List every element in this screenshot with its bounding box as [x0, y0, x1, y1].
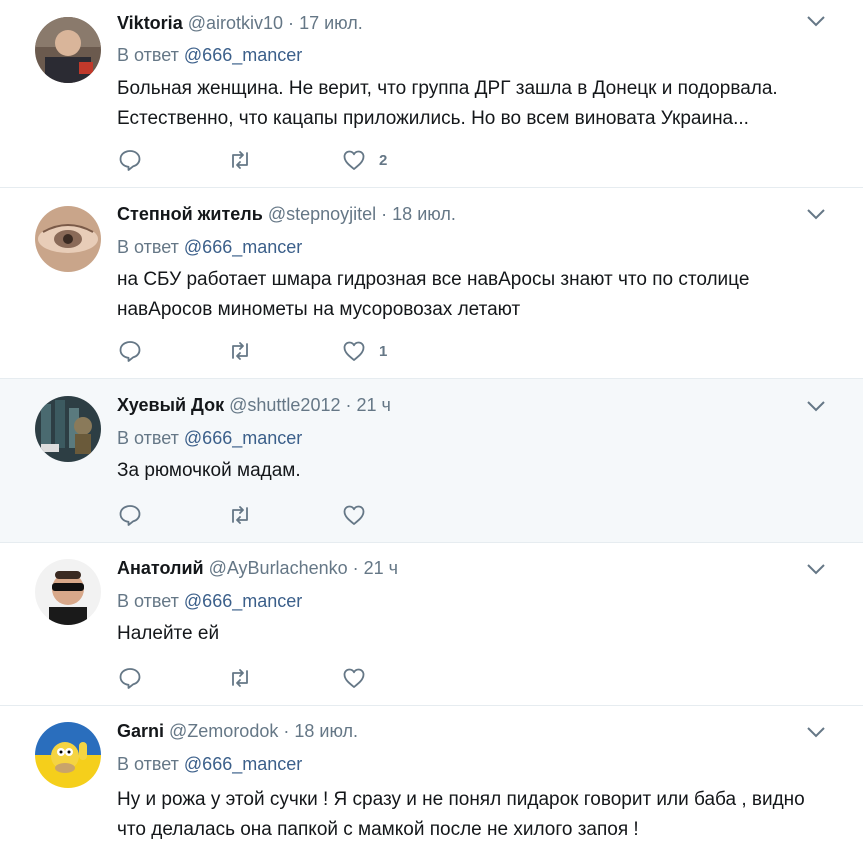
display-name[interactable]: Степной житель: [117, 204, 263, 224]
tweet-actions: [117, 665, 517, 691]
avatar[interactable]: [35, 17, 101, 83]
like-button[interactable]: [341, 502, 379, 528]
avatar[interactable]: [35, 559, 101, 625]
reply-prefix: В ответ: [117, 754, 179, 774]
reply-context: В ответ @666_mancer: [117, 427, 302, 449]
timestamp[interactable]: 21 ч: [357, 395, 391, 415]
heart-icon: [343, 341, 365, 361]
reply-to-link[interactable]: @666_mancer: [184, 591, 302, 611]
reply-to-link[interactable]: @666_mancer: [184, 45, 302, 65]
chevron-down-icon[interactable]: [806, 14, 826, 28]
display-name[interactable]: Viktoria: [117, 13, 183, 33]
tweet[interactable]: Хуевый Док @shuttle2012 · 21 ч В ответ @…: [0, 379, 863, 543]
chevron-down-icon[interactable]: [806, 207, 826, 221]
tweet-text-line: Естественно, что кацапы приложились. Но …: [117, 108, 749, 129]
avatar[interactable]: [35, 722, 101, 788]
tweet-text-line: Больная женщина. Не верит, что группа ДР…: [117, 78, 778, 99]
like-button[interactable]: [341, 665, 379, 691]
tweet-text-line: За рюмочкой мадам.: [117, 460, 301, 481]
reply-button[interactable]: [117, 665, 143, 691]
tweet-header: Анатолий @AyBurlachenko · 21 ч: [117, 557, 398, 579]
tweet-header: Viktoria @airotkiv10 · 17 июл.: [117, 12, 363, 34]
user-handle[interactable]: @stepnoyjitel: [268, 204, 376, 224]
tweet[interactable]: Степной житель @stepnoyjitel · 18 июл. В…: [0, 188, 863, 379]
separator-dot: ·: [283, 721, 290, 741]
like-button[interactable]: 1: [341, 338, 387, 364]
tweet[interactable]: Garni @Zemorodok · 18 июл. В ответ @666_…: [0, 706, 863, 853]
comment-icon: [119, 150, 141, 171]
reply-prefix: В ответ: [117, 428, 179, 448]
reply-to-link[interactable]: @666_mancer: [184, 754, 302, 774]
tweet[interactable]: Viktoria @airotkiv10 · 17 июл. В ответ @…: [0, 0, 863, 188]
tweet-header: Garni @Zemorodok · 18 июл.: [117, 720, 358, 742]
user-handle[interactable]: @shuttle2012: [229, 395, 340, 415]
heart-icon: [343, 505, 365, 525]
tweet-actions: [117, 502, 517, 528]
tweet-header: Хуевый Док @shuttle2012 · 21 ч: [117, 394, 391, 416]
timestamp[interactable]: 21 ч: [364, 558, 398, 578]
display-name[interactable]: Анатолий: [117, 558, 204, 578]
timestamp[interactable]: 17 июл.: [299, 13, 363, 33]
tweet-text-line: Ну и рожа у этой сучки ! Я сразу и не по…: [117, 789, 805, 810]
tweet-text: Больная женщина. Не верит, что группа ДР…: [117, 74, 837, 134]
separator-dot: ·: [288, 13, 295, 33]
tweet-feed: Viktoria @airotkiv10 · 17 июл. В ответ @…: [0, 0, 863, 853]
separator-dot: ·: [345, 395, 352, 415]
retweet-button[interactable]: [227, 147, 253, 173]
like-count: 2: [379, 151, 388, 169]
reply-context: В ответ @666_mancer: [117, 590, 302, 612]
user-handle[interactable]: @airotkiv10: [188, 13, 283, 33]
comment-icon: [119, 668, 141, 689]
reply-prefix: В ответ: [117, 237, 179, 257]
timestamp[interactable]: 18 июл.: [392, 204, 456, 224]
tweet-text-line: что делалась она папкой с мамкой после н…: [117, 819, 639, 840]
avatar[interactable]: [35, 206, 101, 272]
tweet-text: на СБУ работает шмара гидрозная все навA…: [117, 265, 837, 325]
separator-dot: ·: [352, 558, 359, 578]
tweet-text: Ну и рожа у этой сучки ! Я сразу и не по…: [117, 785, 837, 845]
reply-button[interactable]: [117, 338, 143, 364]
tweet-text: За рюмочкой мадам.: [117, 456, 837, 486]
tweet-text-line: Налейте ей: [117, 623, 220, 644]
reply-prefix: В ответ: [117, 591, 179, 611]
reply-context: В ответ @666_mancer: [117, 44, 302, 66]
user-handle[interactable]: @Zemorodok: [169, 721, 278, 741]
reply-context: В ответ @666_mancer: [117, 753, 302, 775]
display-name[interactable]: Хуевый Док: [117, 395, 224, 415]
tweet-actions: 2: [117, 147, 517, 173]
chevron-down-icon[interactable]: [806, 562, 826, 576]
retweet-icon: [232, 342, 248, 360]
reply-button[interactable]: [117, 502, 143, 528]
chevron-down-icon[interactable]: [806, 725, 826, 739]
retweet-icon: [232, 506, 248, 524]
heart-icon: [343, 150, 365, 170]
display-name[interactable]: Garni: [117, 721, 164, 741]
reply-prefix: В ответ: [117, 45, 179, 65]
comment-icon: [119, 341, 141, 362]
tweet-actions: 1: [117, 338, 517, 364]
user-handle[interactable]: @AyBurlachenko: [209, 558, 348, 578]
retweet-button[interactable]: [227, 502, 253, 528]
retweet-icon: [232, 151, 248, 169]
comment-icon: [119, 505, 141, 526]
timestamp[interactable]: 18 июл.: [294, 721, 358, 741]
tweet-header: Степной житель @stepnoyjitel · 18 июл.: [117, 203, 456, 225]
avatar[interactable]: [35, 396, 101, 462]
tweet-text-line: навAросов минометы на мусоровозах летают: [117, 299, 521, 320]
reply-to-link[interactable]: @666_mancer: [184, 428, 302, 448]
chevron-down-icon[interactable]: [806, 399, 826, 413]
retweet-button[interactable]: [227, 665, 253, 691]
reply-to-link[interactable]: @666_mancer: [184, 237, 302, 257]
like-button[interactable]: 2: [341, 147, 387, 173]
like-count: 1: [379, 342, 388, 360]
tweet-text: Налейте ей: [117, 619, 837, 649]
retweet-icon: [232, 669, 248, 687]
tweet-text-line: на СБУ работает шмара гидрозная все навA…: [117, 269, 750, 290]
tweet[interactable]: Анатолий @AyBurlachenko · 21 ч В ответ @…: [0, 543, 863, 706]
separator-dot: ·: [381, 204, 388, 224]
retweet-button[interactable]: [227, 338, 253, 364]
reply-context: В ответ @666_mancer: [117, 236, 302, 258]
reply-button[interactable]: [117, 147, 143, 173]
heart-icon: [343, 668, 365, 688]
